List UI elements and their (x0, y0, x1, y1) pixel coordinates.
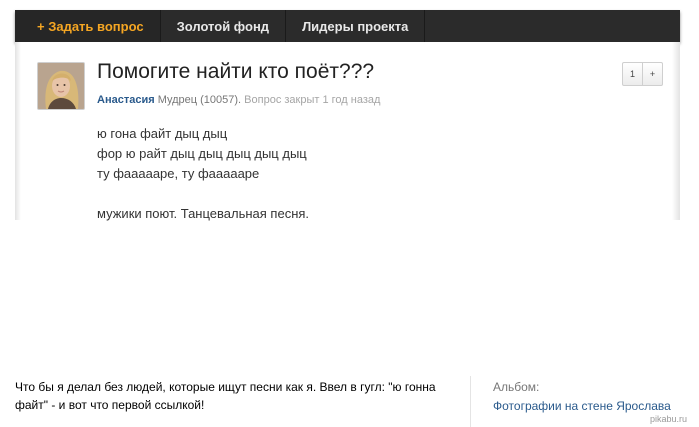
body-line: ю гона файт дыц дыц (97, 126, 228, 141)
avatar-photo (38, 63, 84, 109)
nav-golden-fund[interactable]: Золотой фонд (161, 10, 287, 42)
post-comment: Что бы я делал без людей, которые ищут п… (15, 378, 445, 414)
question-status: Вопрос закрыт 1 год назад (244, 94, 381, 106)
question-meta: Анастасия Мудрец (10057). Вопрос закрыт … (97, 94, 380, 106)
vote-control: 1 + (622, 62, 663, 86)
body-line: фор ю райт дыц дыц дыц дыц дыц (97, 146, 307, 161)
body-line: ту фаааааре, ту фаааааре (97, 166, 260, 181)
author-rank: Мудрец (10057). (157, 94, 242, 106)
vote-count[interactable]: 1 (623, 63, 642, 85)
avatar[interactable] (37, 62, 85, 110)
author-link[interactable]: Анастасия (97, 94, 155, 106)
album-label: Альбом: (493, 380, 540, 394)
ask-question-button[interactable]: + Задать вопрос (15, 10, 161, 42)
comment-text: Что бы я делал без людей, которые ищут п… (15, 380, 436, 412)
top-navigation: + Задать вопрос Золотой фонд Лидеры прое… (15, 10, 680, 42)
panel-right-shadow (672, 42, 680, 220)
vote-plus-button[interactable]: + (642, 63, 662, 85)
body-line: мужики поют. Танцевальная песня. (97, 206, 310, 221)
question-title: Помогите найти кто поёт??? (97, 60, 375, 83)
panel-left-shadow (15, 42, 21, 220)
nav-project-leaders[interactable]: Лидеры проекта (286, 10, 426, 42)
column-divider (470, 376, 471, 427)
album-link[interactable]: Фотографии на стене Ярослава (493, 399, 671, 413)
question-body: ю гона файт дыц дыц фор ю райт дыц дыц д… (97, 124, 309, 224)
watermark: pikabu.ru (650, 414, 688, 424)
